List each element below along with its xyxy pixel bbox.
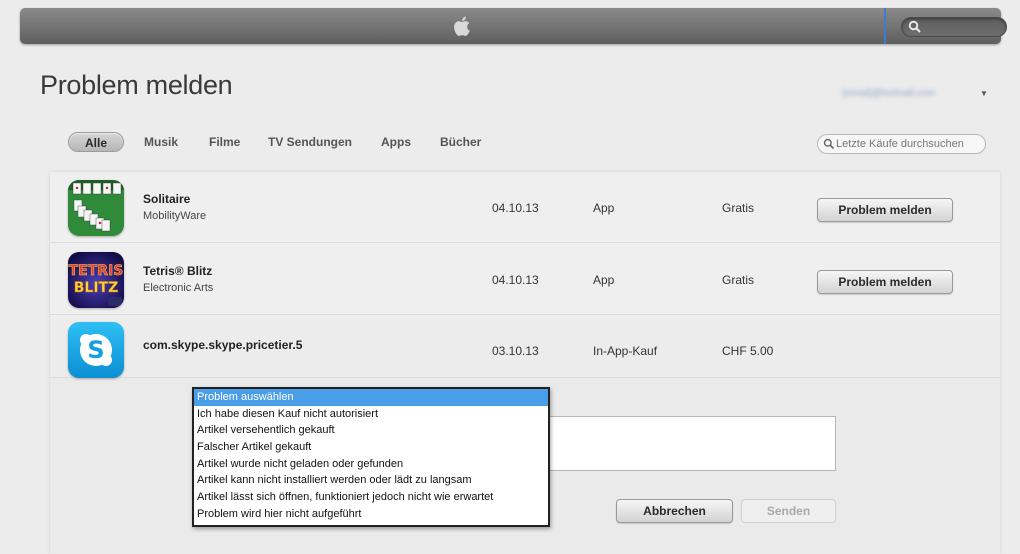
store-search-input[interactable] bbox=[901, 17, 1007, 37]
toolbar-divider bbox=[884, 8, 886, 44]
send-button[interactable]: Senden bbox=[741, 499, 836, 523]
report-problem-button[interactable]: Problem melden bbox=[817, 270, 953, 294]
account-email[interactable]: [email]@hotmail.com bbox=[842, 88, 976, 100]
dropdown-option[interactable]: Problem wird hier nicht aufgeführt bbox=[194, 506, 548, 523]
dropdown-option[interactable]: Artikel kann nicht installiert werden od… bbox=[194, 472, 548, 489]
tab-filme[interactable]: Filme bbox=[209, 132, 240, 152]
dropdown-option[interactable]: Problem auswählen bbox=[194, 389, 548, 406]
account-menu-arrow-icon[interactable]: ▼ bbox=[980, 89, 988, 98]
search-placeholder: Letzte Käufe durchsuchen bbox=[836, 138, 964, 150]
item-type: App bbox=[593, 201, 615, 215]
solitaire-app-icon bbox=[68, 180, 124, 236]
dropdown-option[interactable]: Ich habe diesen Kauf nicht autorisiert bbox=[194, 406, 548, 423]
tab-tv-sendungen[interactable]: TV Sendungen bbox=[268, 132, 352, 152]
svg-text:TETRIS: TETRIS bbox=[69, 263, 124, 279]
dropdown-option[interactable]: Artikel wurde nicht geladen oder gefunde… bbox=[194, 456, 548, 473]
search-icon bbox=[823, 138, 835, 150]
item-name: com.skype.skype.pricetier.5 bbox=[143, 338, 303, 352]
purchases-search-input[interactable]: Letzte Käufe durchsuchen bbox=[817, 134, 986, 154]
list-item: TETRIS BLITZ Tetris® Blitz Electronic Ar… bbox=[50, 244, 1000, 315]
top-toolbar bbox=[20, 8, 1007, 44]
list-item: Solitaire MobilityWare 04.10.13 App Grat… bbox=[50, 172, 1000, 243]
search-icon bbox=[908, 20, 921, 33]
item-price: Gratis bbox=[722, 273, 755, 287]
problem-description-field[interactable] bbox=[548, 416, 836, 471]
tetris-app-icon: TETRIS BLITZ bbox=[68, 252, 124, 308]
cancel-button[interactable]: Abbrechen bbox=[616, 499, 733, 523]
tab-buecher[interactable]: Bücher bbox=[440, 132, 481, 152]
list-item: S com.skype.skype.pricetier.5 03.10.13 I… bbox=[50, 318, 1000, 378]
item-name: Tetris® Blitz bbox=[143, 264, 213, 278]
apple-icon[interactable] bbox=[452, 14, 474, 38]
page-title: Problem melden bbox=[40, 70, 233, 100]
item-type: In-App-Kauf bbox=[593, 344, 658, 358]
svg-text:BLITZ: BLITZ bbox=[74, 280, 119, 296]
item-price: Gratis bbox=[722, 201, 755, 215]
tab-musik[interactable]: Musik bbox=[144, 132, 178, 152]
item-developer: MobilityWare bbox=[143, 210, 207, 222]
item-developer: Electronic Arts bbox=[143, 282, 214, 294]
tab-alle[interactable]: Alle bbox=[68, 132, 125, 152]
dropdown-option[interactable]: Artikel versehentlich gekauft bbox=[194, 422, 548, 439]
item-date: 04.10.13 bbox=[492, 273, 539, 287]
skype-app-icon: S bbox=[68, 322, 124, 378]
svg-text:S: S bbox=[87, 336, 104, 364]
problem-select-dropdown[interactable]: Problem auswählen Ich habe diesen Kauf n… bbox=[192, 387, 550, 527]
item-date: 03.10.13 bbox=[492, 344, 539, 358]
item-type: App bbox=[593, 273, 615, 287]
item-date: 04.10.13 bbox=[492, 201, 539, 215]
dropdown-option[interactable]: Falscher Artikel gekauft bbox=[194, 439, 548, 456]
item-price: CHF 5.00 bbox=[722, 344, 774, 358]
report-problem-button[interactable]: Problem melden bbox=[817, 198, 953, 222]
item-name: Solitaire bbox=[143, 192, 191, 206]
dropdown-option[interactable]: Artikel lässt sich öffnen, funktioniert … bbox=[194, 489, 548, 506]
tab-apps[interactable]: Apps bbox=[381, 132, 411, 152]
